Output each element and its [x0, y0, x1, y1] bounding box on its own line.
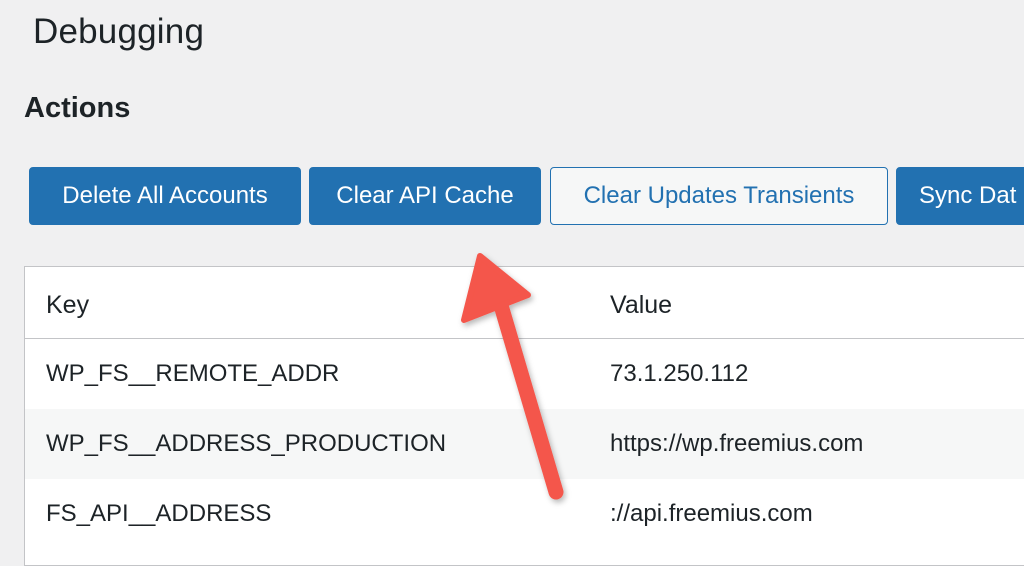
delete-all-accounts-button[interactable]: Delete All Accounts: [29, 167, 301, 225]
row-value: ://api.freemius.com: [610, 500, 813, 527]
row-value: https://wp.freemius.com: [610, 430, 864, 457]
row-key: WP_FS__REMOTE_ADDR: [46, 360, 340, 387]
actions-section-title: Actions: [24, 92, 131, 124]
annotation-arrow-icon: [461, 253, 564, 500]
row-value: 73.1.250.112: [610, 360, 749, 387]
clear-api-cache-button[interactable]: Clear API Cache: [309, 167, 541, 225]
clear-updates-transients-button[interactable]: Clear Updates Transients: [550, 167, 888, 225]
row-key: WP_FS__ADDRESS_PRODUCTION: [46, 430, 447, 457]
sync-data-button[interactable]: Sync Dat: [896, 167, 1024, 225]
column-header-value: Value: [610, 291, 673, 319]
column-header-key: Key: [46, 291, 90, 319]
row-key: FS_API__ADDRESS: [46, 500, 272, 527]
actions-toolbar: Delete All Accounts Clear API Cache Clea…: [29, 167, 1024, 225]
page-title: Debugging: [33, 12, 205, 51]
